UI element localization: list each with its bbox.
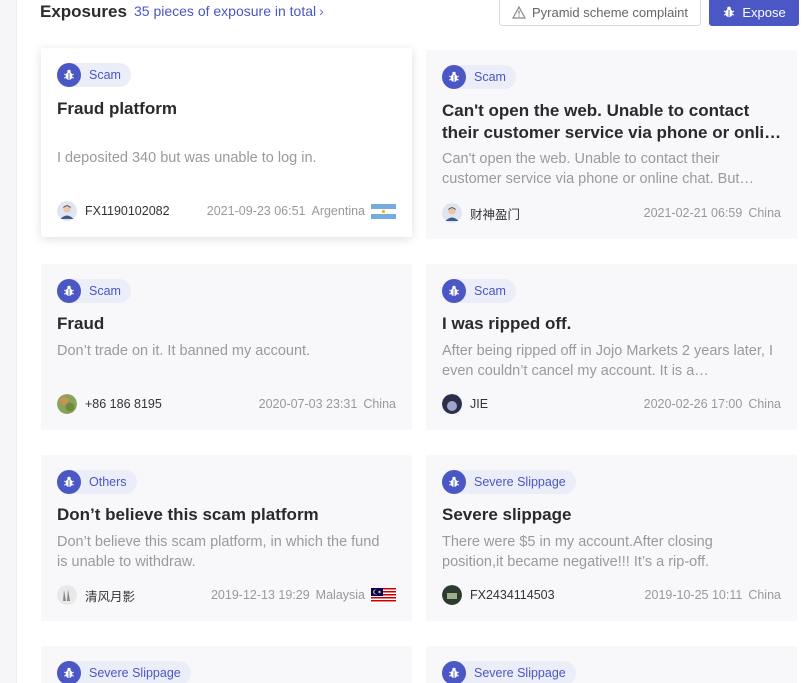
left-rail	[0, 0, 17, 683]
country: China	[748, 206, 781, 220]
bug-icon	[442, 279, 466, 303]
category-label: Scam	[89, 68, 121, 82]
category-label: Scam	[474, 70, 506, 84]
malaysia-flag-icon	[371, 587, 396, 603]
post-date: 2020-02-26 17:00	[643, 397, 743, 411]
exposure-card[interactable]: Scam Fraud platform I deposited 340 but …	[41, 48, 412, 237]
avatar	[57, 585, 77, 605]
bug-icon	[724, 6, 735, 18]
card-title: Severe slippage	[442, 505, 572, 524]
exposure-card[interactable]: Severe Slippage	[426, 646, 797, 683]
username: 清风月影	[85, 589, 136, 604]
bug-icon	[442, 470, 466, 494]
exposure-card[interactable]: Scam Fraud Don’t trade on it. It banned …	[41, 264, 412, 430]
pyramid-complaint-label: Pyramid scheme complaint	[531, 4, 689, 20]
exposure-card[interactable]: Scam Can't open the web. Unable to conta…	[426, 50, 797, 239]
username: FX2434114503	[470, 588, 555, 602]
argentina-flag-icon	[371, 203, 396, 219]
avatar	[442, 203, 462, 223]
country: Malaysia	[315, 588, 365, 602]
card-meta: 财神盈门 2021-02-21 06:59 China	[442, 202, 781, 224]
card-title: Fraud platform	[57, 99, 177, 118]
avatar	[57, 201, 77, 221]
page-title: Exposures	[40, 2, 127, 21]
exposure-total-link[interactable]: 35 pieces of exposure in total ›	[134, 3, 324, 19]
category-tag: Others	[57, 470, 137, 494]
category-tag: Scam	[57, 279, 131, 303]
card-title: I was ripped off.	[442, 314, 572, 333]
bug-icon	[442, 65, 466, 89]
post-date: 2019-12-13 19:29	[210, 588, 310, 602]
category-tag: Scam	[442, 65, 516, 89]
exposure-card[interactable]: Others Don’t believe this scam platform …	[41, 455, 412, 621]
card-title: Can't open the web. Unable to contact th…	[442, 101, 784, 142]
bug-icon	[57, 63, 81, 87]
card-title: Don’t believe this scam platform	[57, 505, 319, 524]
post-date: 2021-09-23 06:51	[206, 204, 306, 218]
username: 财神盈门	[470, 207, 521, 222]
category-label: Scam	[474, 284, 506, 298]
category-tag: Severe Slippage	[442, 470, 576, 494]
card-title: Fraud	[57, 314, 105, 333]
category-tag: Severe Slippage	[442, 661, 576, 683]
post-date: 2021-02-21 06:59	[643, 206, 743, 220]
card-description: Don’t trade on it. It banned my account.	[57, 343, 311, 359]
avatar	[442, 585, 462, 605]
category-tag: Severe Slippage	[57, 661, 191, 683]
pyramid-complaint-button[interactable]: Pyramid scheme complaint	[499, 0, 701, 26]
country: China	[363, 397, 396, 411]
card-meta: FX2434114503 2019-10-25 10:11 China	[442, 584, 781, 606]
exposures-header: Exposures 35 pieces of exposure in total…	[40, 0, 800, 26]
exposure-total-text: 35 pieces of exposure in total	[134, 3, 317, 19]
card-description: I deposited 340 but was unable to log in…	[57, 150, 317, 166]
username: JIE	[470, 397, 489, 411]
card-meta: +86 186 8195 2020-07-03 23:31 China	[57, 393, 396, 415]
username: +86 186 8195	[85, 397, 162, 411]
username: FX1190102082	[85, 204, 170, 218]
card-description: Don’t believe this scam platform, in whi…	[57, 534, 380, 570]
chevron-right-icon: ›	[319, 3, 324, 19]
post-date: 2019-10-25 10:11	[644, 588, 743, 602]
category-label: Severe Slippage	[89, 666, 181, 680]
card-meta: 清风月影 2019-12-13 19:29 Malaysia	[57, 584, 396, 606]
card-description: There were $5 in my account.After closin…	[442, 534, 713, 570]
bug-icon	[57, 279, 81, 303]
avatar	[442, 394, 462, 414]
category-label: Severe Slippage	[474, 666, 566, 680]
country: China	[748, 397, 781, 411]
category-tag: Scam	[442, 279, 516, 303]
category-label: Others	[89, 475, 127, 489]
card-description: Can't open the web. Unable to contact th…	[442, 151, 754, 187]
country: Argentina	[311, 204, 365, 218]
category-label: Severe Slippage	[474, 475, 566, 489]
expose-label: Expose	[742, 4, 786, 20]
warning-icon	[511, 5, 526, 19]
category-tag: Scam	[57, 63, 131, 87]
bug-icon	[57, 661, 81, 683]
bug-icon	[442, 661, 466, 683]
expose-button[interactable]: Expose	[709, 0, 799, 26]
card-meta: FX1190102082 2021-09-23 06:51 Argentina	[57, 200, 396, 222]
category-label: Scam	[89, 284, 121, 298]
exposure-card[interactable]: Severe Slippage Severe slippage There we…	[426, 455, 797, 621]
exposure-card[interactable]: Severe Slippage	[41, 646, 412, 683]
exposure-card[interactable]: Scam I was ripped off. After being rippe…	[426, 264, 797, 430]
card-description: After being ripped off in Jojo Markets 2…	[442, 343, 773, 379]
post-date: 2020-07-03 23:31	[258, 397, 358, 411]
avatar	[57, 394, 77, 414]
card-meta: JIE 2020-02-26 17:00 China	[442, 393, 781, 415]
country: China	[748, 588, 781, 602]
bug-icon	[57, 470, 81, 494]
